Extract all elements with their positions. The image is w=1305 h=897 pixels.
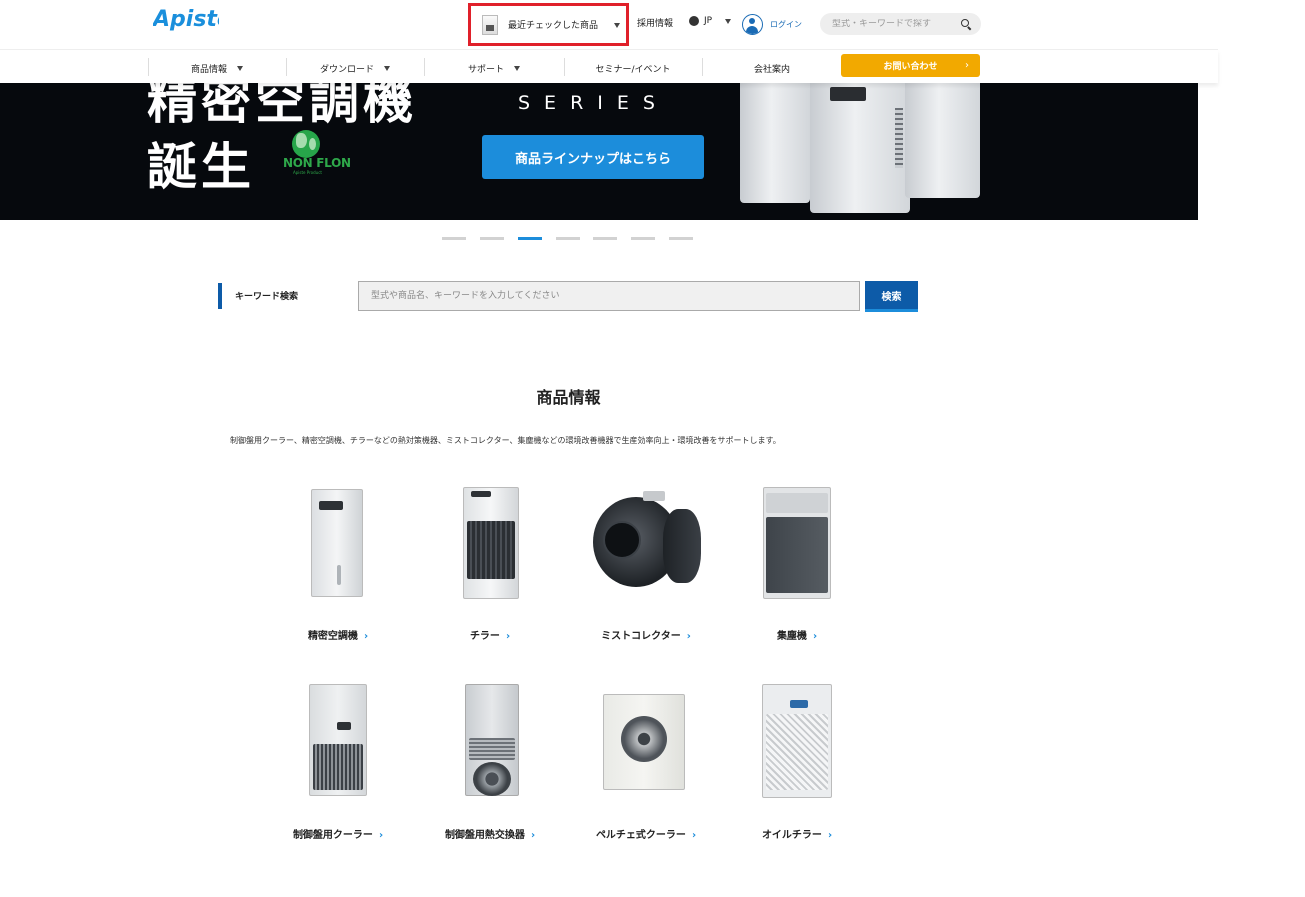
main-nav: 商品情報 ダウンロード サポート セミナー/イベント 会社案内 お問い合わせ › bbox=[0, 50, 1218, 83]
lineup-button[interactable]: 商品ラインナップはこちら bbox=[482, 135, 704, 179]
product-card-heat-exchanger[interactable]: 制御盤用熱交換器 › bbox=[415, 684, 565, 846]
chevron-right-icon: › bbox=[530, 830, 536, 841]
product-name: 精密空調機 bbox=[307, 631, 358, 642]
nav-item-label: セミナー/イベント bbox=[595, 64, 671, 75]
carousel-dot[interactable] bbox=[556, 237, 580, 240]
language-label: JP bbox=[704, 16, 713, 26]
non-flon-subtext: Apiste Product bbox=[293, 170, 322, 175]
chevron-down-icon bbox=[237, 65, 243, 71]
nav-item-company[interactable]: 会社案内 bbox=[702, 57, 842, 79]
carousel-dot[interactable] bbox=[631, 237, 655, 240]
non-flon-badge: NON FLON Apiste Product bbox=[283, 130, 351, 178]
search-icon[interactable] bbox=[961, 18, 972, 30]
carousel-dot[interactable] bbox=[480, 237, 504, 240]
air-conditioner-image bbox=[905, 83, 980, 198]
dust-collector-image bbox=[722, 487, 872, 612]
chevron-down-icon bbox=[514, 65, 520, 71]
series-text: SERIES bbox=[518, 92, 669, 114]
nav-item-seminar[interactable]: セミナー/イベント bbox=[564, 57, 702, 79]
carousel-dot[interactable] bbox=[593, 237, 617, 240]
products-section-title: 商品情報 bbox=[536, 388, 601, 407]
chevron-right-icon: › bbox=[378, 830, 384, 841]
nav-item-products[interactable]: 商品情報 bbox=[148, 57, 286, 79]
nav-item-label: サポート bbox=[467, 64, 504, 75]
chevron-right-icon: › bbox=[691, 830, 697, 841]
chevron-down-icon bbox=[725, 18, 732, 24]
language-selector[interactable]: JP bbox=[689, 16, 732, 26]
header-search bbox=[820, 13, 981, 35]
peltier-cooler-image bbox=[571, 686, 721, 811]
oil-chiller-image bbox=[722, 684, 872, 811]
product-name: 制御盤用熱交換器 bbox=[444, 830, 525, 841]
globe-icon bbox=[689, 16, 699, 26]
product-card-precision-air-conditioner[interactable]: 精密空調機 › bbox=[263, 487, 413, 647]
product-name: オイルチラー bbox=[761, 830, 822, 841]
precision-air-conditioner-image bbox=[263, 487, 413, 612]
chevron-right-icon: › bbox=[827, 830, 833, 841]
keyword-search-button[interactable]: 検索 bbox=[865, 281, 918, 312]
user-icon bbox=[742, 14, 763, 35]
hero-headline: 精密空調機 bbox=[147, 83, 417, 130]
nav-item-label: 会社案内 bbox=[753, 64, 790, 75]
recruit-link[interactable]: 採用情報 bbox=[637, 16, 673, 29]
product-card-dust-collector[interactable]: 集塵機 › bbox=[722, 487, 872, 647]
air-conditioner-image bbox=[740, 83, 810, 203]
product-name: チラー bbox=[469, 631, 500, 642]
product-card-enclosure-cooler[interactable]: 制御盤用クーラー › bbox=[263, 684, 413, 846]
product-name: ペルチェ式クーラー bbox=[595, 830, 686, 841]
chevron-down-icon bbox=[384, 65, 390, 71]
product-card-oil-chiller[interactable]: オイルチラー › bbox=[722, 684, 872, 846]
inquiry-label: お問い合わせ bbox=[883, 62, 938, 72]
nav-item-label: ダウンロード bbox=[319, 64, 374, 75]
product-card-mist-collector[interactable]: ミストコレクター › bbox=[571, 487, 721, 647]
enclosure-cooler-image bbox=[263, 684, 413, 811]
nav-item-label: 商品情報 bbox=[190, 64, 227, 75]
apiste-logo[interactable]: Apiste bbox=[153, 4, 219, 34]
keyword-accent-bar bbox=[218, 283, 222, 309]
login-link[interactable]: ログイン bbox=[742, 14, 802, 35]
login-label: ログイン bbox=[770, 20, 802, 29]
nav-item-download[interactable]: ダウンロード bbox=[286, 57, 424, 79]
chevron-right-icon: › bbox=[363, 631, 369, 642]
nav-item-support[interactable]: サポート bbox=[424, 57, 564, 79]
chiller-image bbox=[415, 487, 565, 612]
carousel-dot[interactable] bbox=[669, 237, 693, 240]
chevron-right-icon: › bbox=[965, 60, 969, 71]
heat-exchanger-image bbox=[415, 684, 565, 811]
control-panel-image bbox=[830, 87, 866, 101]
products-section-description: 制御盤用クーラー、精密空調機、チラーなどの熱対策機器、ミストコレクター、集塵機な… bbox=[230, 436, 781, 445]
header-search-input[interactable] bbox=[832, 19, 950, 29]
product-card-chiller[interactable]: チラー › bbox=[415, 487, 565, 647]
product-name: 制御盤用クーラー bbox=[292, 830, 373, 841]
non-flon-text: NON FLON bbox=[283, 156, 351, 170]
globe-icon bbox=[292, 130, 320, 158]
site-header: Apiste 最近チェックした商品 採用情報 JP ログイン bbox=[0, 0, 1218, 50]
product-card-peltier-cooler[interactable]: ペルチェ式クーラー › bbox=[571, 686, 721, 846]
hero-subheadline: 誕生 bbox=[147, 138, 255, 196]
product-name: 集塵機 bbox=[776, 631, 807, 642]
product-thumbnail-icon bbox=[482, 14, 498, 35]
inquiry-button[interactable]: お問い合わせ › bbox=[841, 54, 980, 77]
chevron-right-icon: › bbox=[686, 631, 691, 642]
carousel-dot[interactable] bbox=[442, 237, 466, 240]
logo-text: Apiste bbox=[153, 7, 219, 32]
recently-viewed-dropdown[interactable]: 最近チェックした商品 bbox=[468, 3, 629, 46]
hero-banner[interactable]: 精密空調機 誕生 NON FLON Apiste Product SERIES … bbox=[0, 83, 1198, 220]
chevron-right-icon: › bbox=[505, 631, 511, 642]
recently-viewed-label: 最近チェックした商品 bbox=[508, 21, 599, 31]
chevron-right-icon: › bbox=[812, 631, 818, 642]
keyword-search-label: キーワード検索 bbox=[235, 292, 299, 302]
chevron-down-icon bbox=[614, 23, 620, 28]
vent-image bbox=[895, 108, 903, 168]
carousel-dot-active[interactable] bbox=[518, 237, 542, 240]
keyword-search-input[interactable] bbox=[358, 281, 860, 311]
mist-collector-image bbox=[571, 487, 721, 612]
product-name: ミストコレクター bbox=[601, 631, 681, 642]
